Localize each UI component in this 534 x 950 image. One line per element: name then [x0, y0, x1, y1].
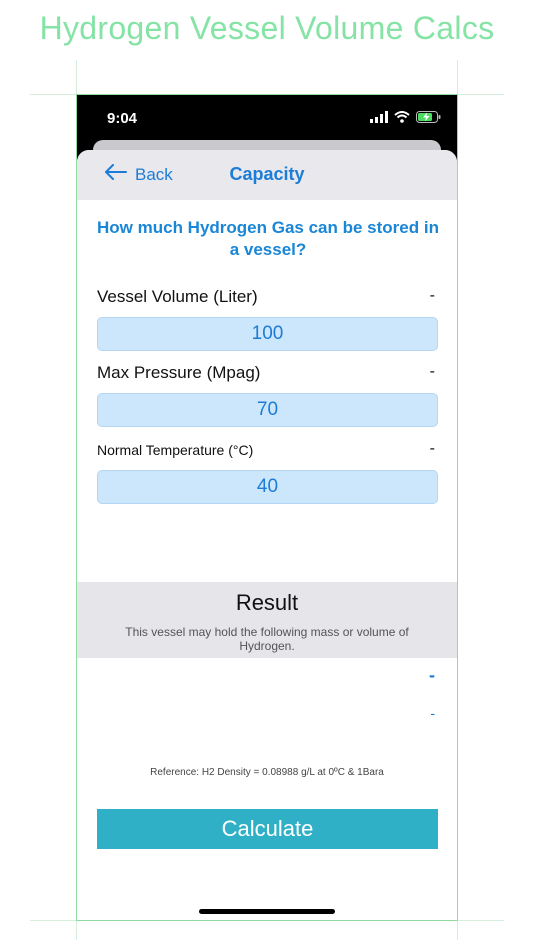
status-icons — [370, 111, 441, 123]
status-bar: 9:04 — [77, 95, 457, 145]
reference-note: Reference: H2 Density = 0.08988 g/L at 0… — [150, 767, 384, 778]
temperature-label: Normal Temperature (°C) — [97, 442, 254, 458]
vessel-volume-label: Vessel Volume (Liter) — [97, 287, 258, 306]
back-label: Back — [135, 164, 173, 184]
vessel-volume-input[interactable] — [97, 317, 438, 351]
modal-sheet: Back Capacity How much Hydrogen Gas can … — [77, 150, 457, 920]
promo-title: Hydrogen Vessel Volume Calcs — [39, 10, 495, 46]
temperature-dash: - — [429, 440, 435, 457]
vessel-volume-dash: - — [429, 287, 435, 304]
navigation-bar: Back Capacity — [77, 150, 457, 200]
back-arrow-icon — [105, 164, 127, 185]
max-pressure-input[interactable] — [97, 393, 438, 427]
status-time: 9:04 — [107, 110, 138, 127]
battery-charging-icon — [416, 111, 441, 123]
max-pressure-dash: - — [429, 363, 435, 380]
result-description: This vessel may hold the following mass … — [125, 625, 409, 653]
question-heading: How much Hydrogen Gas can be stored in a… — [97, 218, 439, 259]
home-indicator — [199, 909, 335, 914]
signal-icon — [370, 111, 388, 123]
phone-frame: 9:04 Back Capacity How much Hydrogen Gas… — [76, 94, 458, 921]
result-panel: Result This vessel may hold the followin… — [77, 582, 457, 658]
result-title: Result — [235, 590, 299, 615]
wifi-icon — [394, 111, 410, 123]
result-volume-value: - — [430, 705, 435, 721]
calculate-button[interactable]: Calculate — [97, 809, 438, 849]
back-button[interactable]: Back — [105, 164, 173, 185]
result-mass-value: - — [429, 665, 435, 685]
max-pressure-label: Max Pressure (Mpag) — [97, 363, 261, 382]
temperature-input[interactable] — [97, 470, 438, 504]
